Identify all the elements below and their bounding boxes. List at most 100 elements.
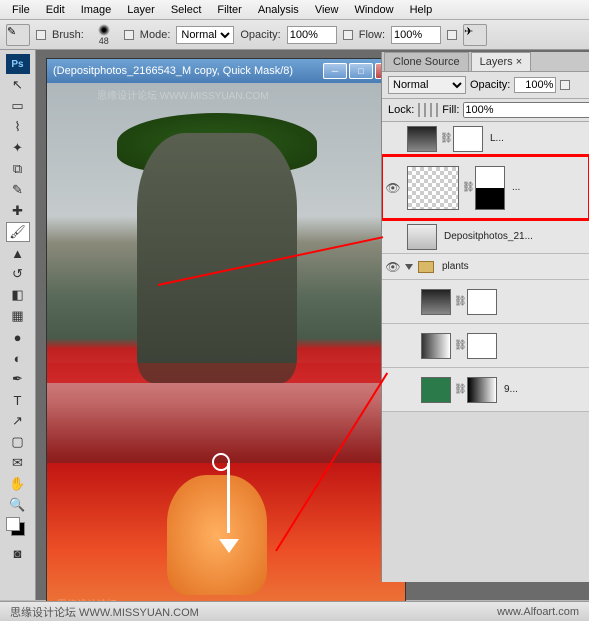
- airbrush-icon[interactable]: ✈: [463, 24, 487, 46]
- lock-position-icon[interactable]: [430, 103, 432, 117]
- brush-preview[interactable]: 48: [90, 23, 118, 47]
- canvas-content: [47, 383, 405, 463]
- layer-row[interactable]: ⛓ 9...: [382, 368, 589, 412]
- layer-row[interactable]: ⛓: [382, 324, 589, 368]
- eraser-tool[interactable]: ◧: [6, 285, 30, 305]
- mask-thumb[interactable]: [467, 289, 497, 315]
- pen-tool[interactable]: ✒: [6, 369, 30, 389]
- hand-tool[interactable]: ✋: [6, 474, 30, 494]
- layer-thumb[interactable]: [421, 377, 451, 403]
- marquee-tool[interactable]: ▭: [6, 96, 30, 116]
- layer-row[interactable]: ⛓: [382, 280, 589, 324]
- mask-thumb[interactable]: [453, 126, 483, 152]
- layer-name[interactable]: L...: [486, 133, 589, 144]
- layers-blend-row: Normal Opacity:: [382, 72, 589, 99]
- menu-image[interactable]: Image: [73, 2, 120, 18]
- window-maximize-button[interactable]: □: [349, 63, 373, 79]
- adjustment-thumb[interactable]: [407, 126, 437, 152]
- layers-list: ⛓ L... 👁 ⛓ ... Depositphotos_21... 👁 pla…: [382, 122, 589, 547]
- tab-clone-source[interactable]: Clone Source: [384, 52, 469, 71]
- crop-tool[interactable]: ⧉: [6, 159, 30, 179]
- flow-input[interactable]: [391, 26, 441, 44]
- brush-size-value: 48: [99, 36, 109, 46]
- shape-tool[interactable]: ▢: [6, 432, 30, 452]
- footer-credit: www.Alfoart.com: [497, 606, 579, 618]
- opacity-input[interactable]: [287, 26, 337, 44]
- panels-dock: Clone Source Layers × Normal Opacity: Lo…: [381, 52, 589, 582]
- fill-label: Fill:: [442, 104, 459, 116]
- stamp-tool[interactable]: ▲: [6, 243, 30, 263]
- link-icon: ⛓: [454, 384, 464, 395]
- lock-transparency-icon[interactable]: [418, 103, 420, 117]
- visibility-toggle[interactable]: 👁: [382, 260, 404, 274]
- lock-all-icon[interactable]: [436, 103, 438, 117]
- link-icon: ⛓: [454, 340, 464, 351]
- link-icon: ⛓: [462, 182, 472, 193]
- menu-select[interactable]: Select: [163, 2, 210, 18]
- tool-preset-dropdown[interactable]: [36, 30, 46, 40]
- flow-label: Flow:: [359, 29, 385, 41]
- menu-file[interactable]: File: [4, 2, 38, 18]
- layer-name[interactable]: Depositphotos_21...: [440, 231, 589, 242]
- flow-dropdown[interactable]: [447, 30, 457, 40]
- blend-mode-select[interactable]: Normal: [388, 76, 466, 94]
- group-twirl-icon[interactable]: [405, 264, 413, 270]
- menu-edit[interactable]: Edit: [38, 2, 73, 18]
- options-bar: ✎ Brush: 48 Mode: Normal Opacity: Flow: …: [0, 20, 589, 50]
- layer-name[interactable]: plants: [438, 261, 589, 272]
- layer-thumb[interactable]: [407, 166, 459, 210]
- annotation-arrow: [219, 463, 239, 553]
- healing-tool[interactable]: ✚: [6, 201, 30, 221]
- color-swatches[interactable]: [6, 516, 30, 542]
- adjustment-thumb[interactable]: [421, 333, 451, 359]
- menu-help[interactable]: Help: [402, 2, 441, 18]
- layer-opacity-dropdown[interactable]: [560, 80, 570, 90]
- adjustment-thumb[interactable]: [421, 289, 451, 315]
- zoom-tool[interactable]: 🔍: [6, 495, 30, 515]
- layer-opacity-label: Opacity:: [470, 79, 510, 91]
- layer-name[interactable]: ...: [508, 182, 589, 193]
- wand-tool[interactable]: ✦: [6, 138, 30, 158]
- menu-analysis[interactable]: Analysis: [250, 2, 307, 18]
- layer-opacity-input[interactable]: [514, 77, 556, 93]
- mask-thumb[interactable]: [475, 166, 505, 210]
- layers-lock-row: Lock: Fill:: [382, 99, 589, 122]
- menu-view[interactable]: View: [307, 2, 347, 18]
- layer-row[interactable]: 👁 ⛓ ...: [382, 156, 589, 220]
- footer-watermark: 思缘设计论坛 WWW.MISSYUAN.COM: [10, 604, 199, 620]
- fill-input[interactable]: [463, 102, 589, 118]
- document-titlebar[interactable]: (Depositphotos_2166543_M copy, Quick Mas…: [47, 59, 405, 83]
- blur-tool[interactable]: ●: [6, 327, 30, 347]
- tab-layers[interactable]: Layers ×: [471, 52, 532, 71]
- window-minimize-button[interactable]: ─: [323, 63, 347, 79]
- layer-name[interactable]: 9...: [500, 384, 589, 395]
- brush-tool-icon[interactable]: ✎: [6, 24, 30, 46]
- mode-select[interactable]: Normal: [176, 26, 234, 44]
- brush-dropdown[interactable]: [124, 30, 134, 40]
- layer-thumb[interactable]: [407, 224, 437, 250]
- lock-pixels-icon[interactable]: [424, 103, 426, 117]
- path-tool[interactable]: ↗: [6, 411, 30, 431]
- opacity-dropdown[interactable]: [343, 30, 353, 40]
- ps-logo-icon: Ps: [6, 54, 30, 74]
- mask-thumb[interactable]: [467, 377, 497, 403]
- document-canvas[interactable]: 思缘设计论坛 WWW.MISSYUAN.COM 思缘设计论坛 WWW.MISSY…: [47, 83, 405, 615]
- quickmask-toggle[interactable]: ◙: [6, 543, 30, 563]
- layer-group-row[interactable]: 👁 plants: [382, 254, 589, 280]
- menu-window[interactable]: Window: [346, 2, 401, 18]
- lasso-tool[interactable]: ⌇: [6, 117, 30, 137]
- mask-thumb[interactable]: [467, 333, 497, 359]
- menu-filter[interactable]: Filter: [209, 2, 249, 18]
- visibility-toggle[interactable]: 👁: [382, 181, 404, 195]
- brush-tool[interactable]: 🖌: [6, 222, 30, 242]
- move-tool[interactable]: ↖: [6, 75, 30, 95]
- notes-tool[interactable]: ✉: [6, 453, 30, 473]
- layer-row[interactable]: ⛓ L...: [382, 122, 589, 156]
- type-tool[interactable]: T: [6, 390, 30, 410]
- layer-row[interactable]: Depositphotos_21...: [382, 220, 589, 254]
- menu-layer[interactable]: Layer: [119, 2, 163, 18]
- gradient-tool[interactable]: ▦: [6, 306, 30, 326]
- eyedropper-tool[interactable]: ✎: [6, 180, 30, 200]
- dodge-tool[interactable]: ◐: [6, 348, 30, 368]
- history-brush-tool[interactable]: ↺: [6, 264, 30, 284]
